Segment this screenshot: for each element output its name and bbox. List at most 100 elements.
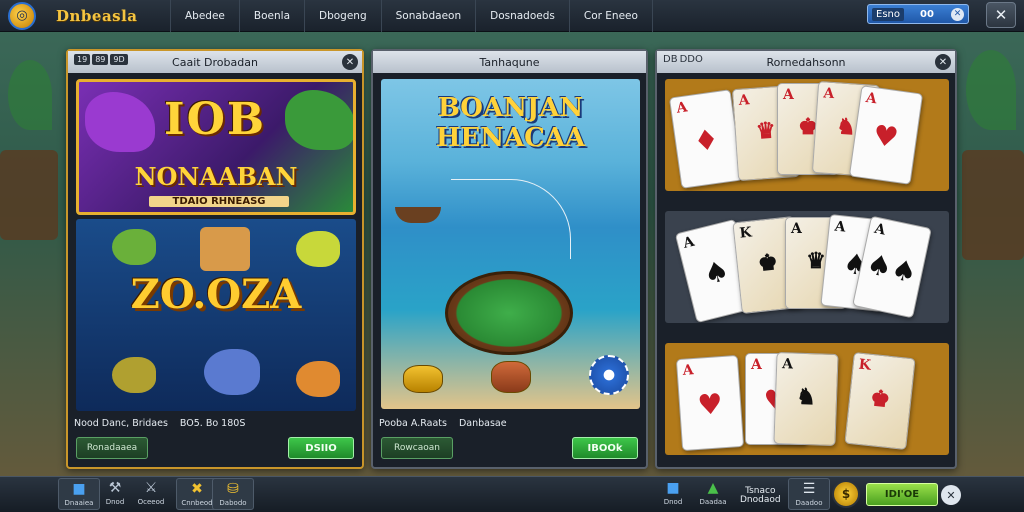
bottom-item-label: Dabodo xyxy=(219,499,247,507)
bottom-item-3[interactable]: ⚔ Oceeod xyxy=(130,478,172,510)
swords-icon: ⚔ xyxy=(144,480,158,496)
fish-symbol xyxy=(296,231,340,267)
fishing-secondary-button[interactable]: Rowcaoan xyxy=(381,437,453,459)
slot-banner-subtitle: TDAIO RHNEASG xyxy=(149,196,289,207)
slot-multiplier-text: ZO.OZA xyxy=(130,271,302,318)
bottom-right-item-1[interactable]: ■ Dnod xyxy=(652,478,694,510)
cards-panel-title: Rornedahsonn xyxy=(766,55,846,69)
slot-panel-title: Caait Drobadan xyxy=(172,55,258,69)
bottom-item-label: Dnod xyxy=(663,498,683,506)
tree-icon: ▲ xyxy=(707,480,719,496)
nav-item-3[interactable]: Dbogeng xyxy=(304,0,381,32)
account-name: Esno xyxy=(872,7,904,21)
nav-item-6[interactable]: Cor Eneeo xyxy=(568,0,653,32)
slot-tag: 89 xyxy=(92,54,109,65)
purple-monster-art xyxy=(85,92,155,152)
cards-panel-tags: DB DDO xyxy=(663,54,703,65)
cards-panel-titlebar: DB DDO Rornedahsonn ✕ xyxy=(657,51,955,73)
balance-close-icon[interactable]: ✕ xyxy=(951,7,964,21)
dice-coin-icon[interactable]: ◎ xyxy=(8,1,36,30)
slot-game-panel: 19 89 9D Caait Drobadan ✕ IOB NONAABAN T… xyxy=(66,49,364,469)
bg-hut-right xyxy=(962,150,1024,260)
fishing-game-panel: Tanhaqune BOANJAN HENACAA Pooba A.Raats … xyxy=(371,49,648,469)
slot-play-button[interactable]: DSIIO xyxy=(288,437,354,459)
blue-chip-art xyxy=(589,355,629,395)
playing-card[interactable]: A♥ xyxy=(848,85,924,185)
chip-stack-art xyxy=(491,361,531,393)
fishing-info-row: Pooba A.Raats Danbasae xyxy=(379,415,640,431)
nav-item-1[interactable]: Abedee xyxy=(170,0,239,32)
fishing-play-button[interactable]: IBOOk xyxy=(572,437,638,459)
slot-banner-name: NONAABAN xyxy=(134,162,298,191)
account-balance-widget[interactable]: Esno 00 ✕ xyxy=(867,4,969,24)
slot-tag: 9D xyxy=(110,54,128,65)
slot-reels: ZO.OZA xyxy=(76,219,356,411)
bottom-item-5[interactable]: ⛁ Dabodo xyxy=(212,478,254,510)
card-row-hearts: A ♦ A ♛ A ♚ A ♞ A ♥ xyxy=(665,79,949,191)
playing-card[interactable]: A ♞ xyxy=(773,351,839,447)
bottom-status-line2: Dnodaod xyxy=(740,495,781,505)
close-icon[interactable]: ✕ xyxy=(986,2,1016,28)
bottom-item-label: Dnaaiea xyxy=(64,499,94,507)
slot-tag: 19 xyxy=(74,54,91,65)
poker-table-raft-art xyxy=(445,271,573,355)
slot-panel-titlebar: 19 89 9D Caait Drobadan ✕ xyxy=(68,51,362,73)
bg-leaf xyxy=(8,60,52,130)
list-icon: ☰ xyxy=(802,481,816,497)
bg-hut-left xyxy=(0,150,58,240)
slot-secondary-button[interactable]: Ronadaaea xyxy=(76,437,148,459)
cowboy-symbol xyxy=(200,227,250,271)
gold-coins-art xyxy=(403,365,443,393)
close-icon[interactable]: ✕ xyxy=(342,54,358,70)
playing-card[interactable]: K ♚ xyxy=(844,352,916,450)
fishing-info-right: Danbasae xyxy=(458,417,507,429)
fishing-panel-titlebar: Tanhaqune xyxy=(373,51,646,73)
coin-icon[interactable]: $ xyxy=(832,480,860,508)
nav-item-4[interactable]: Sonabdaeon xyxy=(380,0,475,32)
slot-info-right: BO5. Bo 180S xyxy=(179,417,246,429)
fishing-scene-art: BOANJAN HENACAA xyxy=(381,79,640,409)
fishing-info-left: Pooba A.Raats xyxy=(379,417,447,429)
fish-symbol xyxy=(204,349,260,395)
fish-symbol xyxy=(112,229,156,265)
cube-icon: ■ xyxy=(666,480,680,496)
fishing-panel-title: Tanhaqune xyxy=(479,55,540,69)
bg-leaf xyxy=(966,50,1016,130)
bottom-list-label: Daadoo xyxy=(795,499,823,507)
bottom-item-label: Oceeod xyxy=(137,498,165,506)
cards-tag: DB xyxy=(663,54,678,65)
brand-name: Dnbeasla xyxy=(56,6,138,25)
card-row-mixed: A♥ A♥ A♞ K♚ xyxy=(665,343,949,455)
playing-card[interactable]: A♥ xyxy=(675,354,745,452)
cards-tag: DDO xyxy=(679,54,703,65)
nav-item-2[interactable]: Boenla xyxy=(238,0,304,32)
fishing-banner-line1: BOANJAN xyxy=(437,93,584,123)
bottom-item-label: Dnod xyxy=(105,498,125,506)
bottom-item-label: Cnnbeod xyxy=(181,499,213,507)
bottom-play-button[interactable]: IDI'OE xyxy=(866,483,938,506)
card-row-spades: A ♠ K ♚ A ♛ A ♠ A ♠♠ xyxy=(665,211,949,323)
slot-info-left: Nood Danc, Bridaes xyxy=(74,417,168,429)
crossed-tools-icon: ✖ xyxy=(191,481,203,497)
nav-item-5[interactable]: Dosnadoeds xyxy=(475,0,569,32)
close-icon[interactable]: ✕ xyxy=(941,485,961,505)
slot-info-row: Nood Danc, Bridaes BO5. Bo 180S xyxy=(74,415,356,431)
bottom-item-label: Daadaa xyxy=(699,498,727,506)
tools-icon: ⚒ xyxy=(108,480,122,496)
boat-art xyxy=(395,207,441,223)
slot-panel-tags: 19 89 9D xyxy=(74,54,128,65)
fishing-line-art xyxy=(451,179,571,259)
fish-symbol xyxy=(296,361,340,397)
coins-icon: ⛁ xyxy=(227,481,239,497)
fishing-banner-line2: HENACAA xyxy=(435,123,586,153)
cube-icon: ■ xyxy=(72,481,86,497)
bottom-right-item-2[interactable]: ▲ Daadaa xyxy=(692,478,734,510)
green-monster-art xyxy=(285,90,353,150)
bottom-list-item[interactable]: ☰ Daadoo xyxy=(788,478,830,510)
slot-banner-art: IOB NONAABAN TDAIO RHNEASG xyxy=(76,79,356,215)
balance-value: 00 xyxy=(919,8,934,20)
close-icon[interactable]: ✕ xyxy=(935,54,951,70)
bottom-status-text: Tsnaco Dnodaod xyxy=(740,487,781,505)
fish-symbol xyxy=(112,357,156,393)
slot-banner-title: IOB xyxy=(164,94,267,145)
